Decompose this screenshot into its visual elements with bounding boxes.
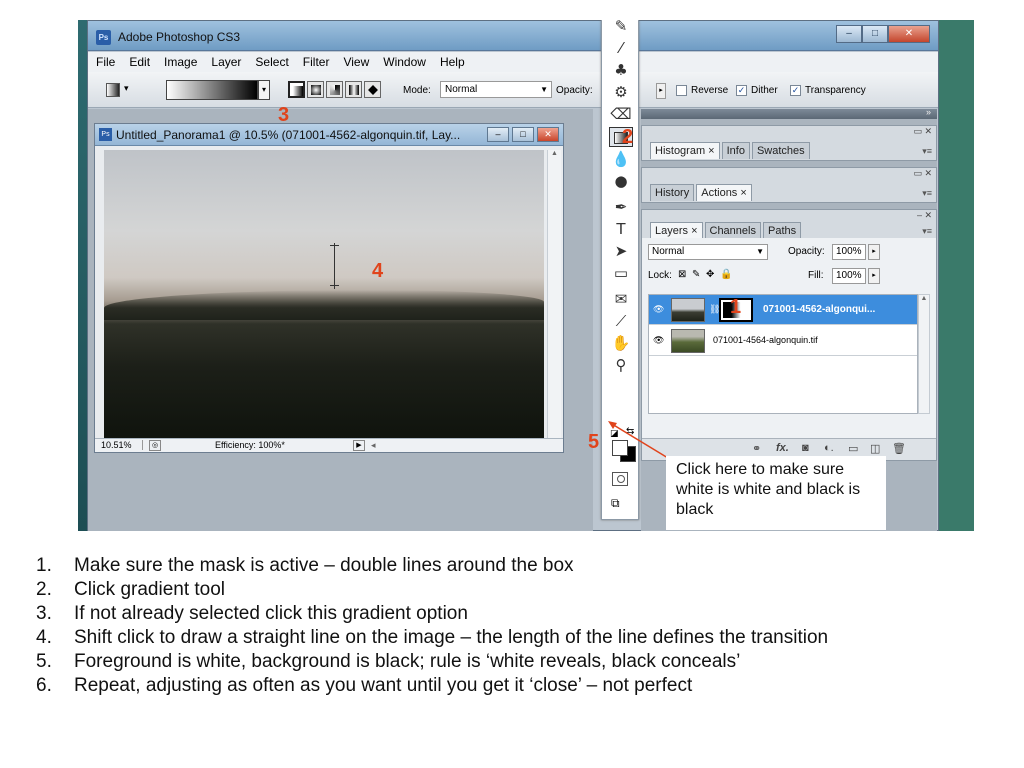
list-text: Shift click to draw a straight line on t… xyxy=(74,627,829,648)
list-number: 2. xyxy=(36,579,52,600)
list-item: 6. Repeat, adjusting as often as you wan… xyxy=(36,674,1006,698)
foreground-color-swatch[interactable] xyxy=(612,440,628,456)
callout-box: Click here to make sure white is white a… xyxy=(666,456,886,530)
list-text: Foreground is white, background is black… xyxy=(74,651,741,672)
list-item: 4. Shift click to draw a straight line o… xyxy=(36,626,1006,650)
list-number: 3. xyxy=(36,603,52,624)
list-item: 3. If not already selected click this gr… xyxy=(36,602,1006,626)
list-item: 1. Make sure the mask is active – double… xyxy=(36,554,1006,578)
list-text: Repeat, adjusting as often as you want u… xyxy=(74,675,693,696)
list-number: 5. xyxy=(36,651,52,672)
list-number: 6. xyxy=(36,675,52,696)
list-text: Click gradient tool xyxy=(74,579,226,600)
list-text: If not already selected click this gradi… xyxy=(74,603,468,624)
list-number: 4. xyxy=(36,627,52,648)
instruction-list: 1. Make sure the mask is active – double… xyxy=(36,554,1006,698)
list-item: 5. Foreground is white, background is bl… xyxy=(36,650,1006,674)
list-item: 2. Click gradient tool xyxy=(36,578,1006,602)
list-text: Make sure the mask is active – double li… xyxy=(74,555,574,576)
list-number: 1. xyxy=(36,555,52,576)
